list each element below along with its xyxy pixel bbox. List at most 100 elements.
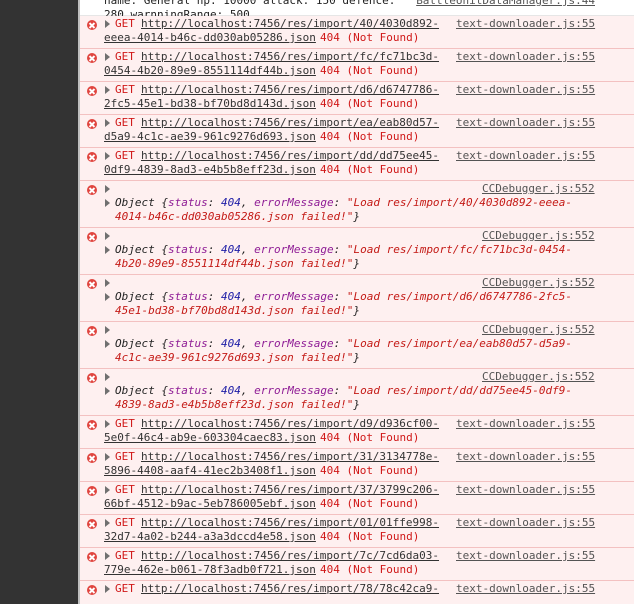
network-error-row[interactable]: GET http://localhost:7456/res/import/fc/… — [80, 49, 634, 82]
request-url[interactable]: http://localhost:7456/res/import/fc/fc71… — [141, 50, 439, 64]
object-error-row[interactable]: CCDebugger.js:552 Object {status: 404, e… — [80, 322, 634, 369]
object-error-row[interactable]: CCDebugger.js:552 Object {status: 404, e… — [80, 181, 634, 228]
request-url-continued[interactable]: d5a9-4c1c-ae39-961c9276d693.json — [104, 130, 316, 144]
network-error-row[interactable]: GET http://localhost:7456/res/import/40/… — [80, 16, 634, 49]
request-url-continued[interactable]: 2fc5-45e1-bd38-bf70bd8d143d.json — [104, 97, 316, 111]
error-icon — [87, 279, 97, 289]
source-link[interactable]: text-downloader.js:55 — [456, 450, 595, 464]
expand-triangle-icon[interactable] — [105, 185, 110, 193]
expand-triangle-icon[interactable] — [105, 486, 110, 494]
expand-triangle-icon[interactable] — [105, 585, 110, 593]
object-preview[interactable]: Object {status: 404, errorMessage: "Load… — [115, 290, 572, 304]
request-url-continued[interactable]: 5896-4408-aaf4-41ec2b3408f1.json — [104, 464, 316, 478]
object-colon: : — [333, 337, 347, 350]
expand-triangle-icon[interactable] — [105, 453, 110, 461]
source-link[interactable]: text-downloader.js:55 — [456, 83, 595, 97]
network-error-row[interactable]: GET http://localhost:7456/res/import/ea/… — [80, 115, 634, 148]
object-expand-triangle-icon[interactable] — [105, 340, 110, 348]
expand-triangle-icon[interactable] — [105, 519, 110, 527]
object-close: } — [353, 398, 361, 411]
object-string-continued: 4c1c-ae39-961c9276d693.json failed!" — [115, 351, 354, 364]
request-method: GET — [115, 483, 135, 496]
object-expand-triangle-icon[interactable] — [105, 246, 110, 254]
object-close: } — [353, 210, 361, 223]
request-url[interactable]: http://localhost:7456/res/import/dd/dd75… — [141, 149, 439, 163]
source-link[interactable]: text-downloader.js:55 — [456, 116, 595, 130]
object-colon: : — [333, 384, 347, 397]
source-link[interactable]: BattleUnitDataManager.js:44 — [416, 0, 595, 8]
request-url[interactable]: http://localhost:7456/res/import/d9/d936… — [141, 417, 439, 431]
network-error-row[interactable]: GET http://localhost:7456/res/import/31/… — [80, 449, 634, 482]
object-preview[interactable]: Object {status: 404, errorMessage: "Load… — [115, 384, 572, 398]
source-link[interactable]: text-downloader.js:55 — [456, 50, 595, 64]
request-url-continued[interactable]: 0df9-4839-8ad3-e4b5b8eff23d.json — [104, 163, 316, 177]
source-link[interactable]: CCDebugger.js:552 — [482, 370, 595, 384]
source-link[interactable]: text-downloader.js:55 — [456, 582, 595, 596]
source-link[interactable]: text-downloader.js:55 — [456, 516, 595, 530]
object-error-row[interactable]: CCDebugger.js:552 Object {status: 404, e… — [80, 369, 634, 416]
object-preview[interactable]: Object {status: 404, errorMessage: "Load… — [115, 243, 572, 257]
request-url[interactable]: http://localhost:7456/res/import/31/3134… — [141, 450, 439, 464]
error-icon — [87, 373, 97, 383]
object-preview[interactable]: Object {status: 404, errorMessage: "Load… — [115, 196, 572, 210]
console-messages: name: General hp: 10000 attack: 150 defe… — [80, 0, 634, 604]
expand-triangle-icon[interactable] — [105, 53, 110, 61]
expand-triangle-icon[interactable] — [105, 420, 110, 428]
expand-triangle-icon[interactable] — [105, 152, 110, 160]
expand-triangle-icon[interactable] — [105, 119, 110, 127]
object-error-row[interactable]: CCDebugger.js:552 Object {status: 404, e… — [80, 275, 634, 322]
request-method: GET — [115, 450, 135, 463]
expand-triangle-icon[interactable] — [105, 552, 110, 560]
object-error-row[interactable]: CCDebugger.js:552 Object {status: 404, e… — [80, 228, 634, 275]
request-url[interactable]: http://localhost:7456/res/import/01/01ff… — [141, 516, 439, 530]
network-error-row[interactable]: GET http://localhost:7456/res/import/01/… — [80, 515, 634, 548]
source-link[interactable]: CCDebugger.js:552 — [482, 182, 595, 196]
request-url-continued[interactable]: 66bf-4512-b9ac-5eb786005ebf.json — [104, 497, 316, 511]
source-link[interactable]: text-downloader.js:55 — [456, 483, 595, 497]
object-string: "Load res/import/40/4030d892-eeea- — [346, 196, 573, 209]
object-key: status — [167, 384, 208, 397]
object-preview-continued: 4c1c-ae39-961c9276d693.json failed!"} — [115, 351, 360, 365]
object-string: "Load res/import/fc/fc71bc3d-0454- — [346, 243, 573, 256]
object-preview[interactable]: Object {status: 404, errorMessage: "Load… — [115, 337, 572, 351]
request-url-continued[interactable]: 0454-4b20-89e9-8551114df44b.json — [104, 64, 316, 78]
request-url-continued[interactable]: eeea-4014-b46c-dd030ab05286.json — [104, 31, 316, 45]
request-status: 404 (Not Found) — [320, 530, 420, 543]
source-link[interactable]: text-downloader.js:55 — [456, 549, 595, 563]
request-url[interactable]: http://localhost:7456/res/import/78/78c4… — [141, 582, 439, 596]
network-error-row[interactable]: GET http://localhost:7456/res/import/d6/… — [80, 82, 634, 115]
network-error-row[interactable]: GET http://localhost:7456/res/import/d9/… — [80, 416, 634, 449]
object-expand-triangle-icon[interactable] — [105, 387, 110, 395]
error-icon — [87, 326, 97, 336]
expand-triangle-icon[interactable] — [105, 373, 110, 381]
request-url-continued[interactable]: 32d7-4a02-b244-a3a3dccd4e58.json — [104, 530, 316, 544]
request-url-continued[interactable]: 779e-462e-b061-78f3adb0f721.json — [104, 563, 316, 577]
expand-triangle-icon[interactable] — [105, 20, 110, 28]
source-link[interactable]: CCDebugger.js:552 — [482, 229, 595, 243]
object-expand-triangle-icon[interactable] — [105, 199, 110, 207]
request-url[interactable]: http://localhost:7456/res/import/7c/7cd6… — [141, 549, 439, 563]
source-link[interactable]: CCDebugger.js:552 — [482, 276, 595, 290]
source-link[interactable]: CCDebugger.js:552 — [482, 323, 595, 337]
network-error-row[interactable]: GET http://localhost:7456/res/import/78/… — [80, 581, 634, 604]
network-error-row[interactable]: GET http://localhost:7456/res/import/7c/… — [80, 548, 634, 581]
object-comma: , — [240, 196, 255, 209]
object-close: } — [353, 257, 361, 270]
request-url[interactable]: http://localhost:7456/res/import/37/3799… — [141, 483, 439, 497]
request-url[interactable]: http://localhost:7456/res/import/d6/d674… — [141, 83, 439, 97]
expand-triangle-icon[interactable] — [105, 86, 110, 94]
source-link[interactable]: text-downloader.js:55 — [456, 149, 595, 163]
source-link[interactable]: text-downloader.js:55 — [456, 17, 595, 31]
expand-triangle-icon[interactable] — [105, 232, 110, 240]
object-key: errorMessage — [254, 243, 334, 256]
object-expand-triangle-icon[interactable] — [105, 293, 110, 301]
console-log: name: General hp: 10000 attack: 150 defe… — [80, 0, 634, 604]
source-link[interactable]: text-downloader.js:55 — [456, 417, 595, 431]
network-error-row[interactable]: GET http://localhost:7456/res/import/37/… — [80, 482, 634, 515]
request-url[interactable]: http://localhost:7456/res/import/40/4030… — [141, 17, 439, 31]
expand-triangle-icon[interactable] — [105, 326, 110, 334]
expand-triangle-icon[interactable] — [105, 279, 110, 287]
request-url[interactable]: http://localhost:7456/res/import/ea/eab8… — [141, 116, 439, 130]
request-url-continued[interactable]: 5e0f-46c4-ab9e-603304caec83.json — [104, 431, 316, 445]
network-error-row[interactable]: GET http://localhost:7456/res/import/dd/… — [80, 148, 634, 181]
